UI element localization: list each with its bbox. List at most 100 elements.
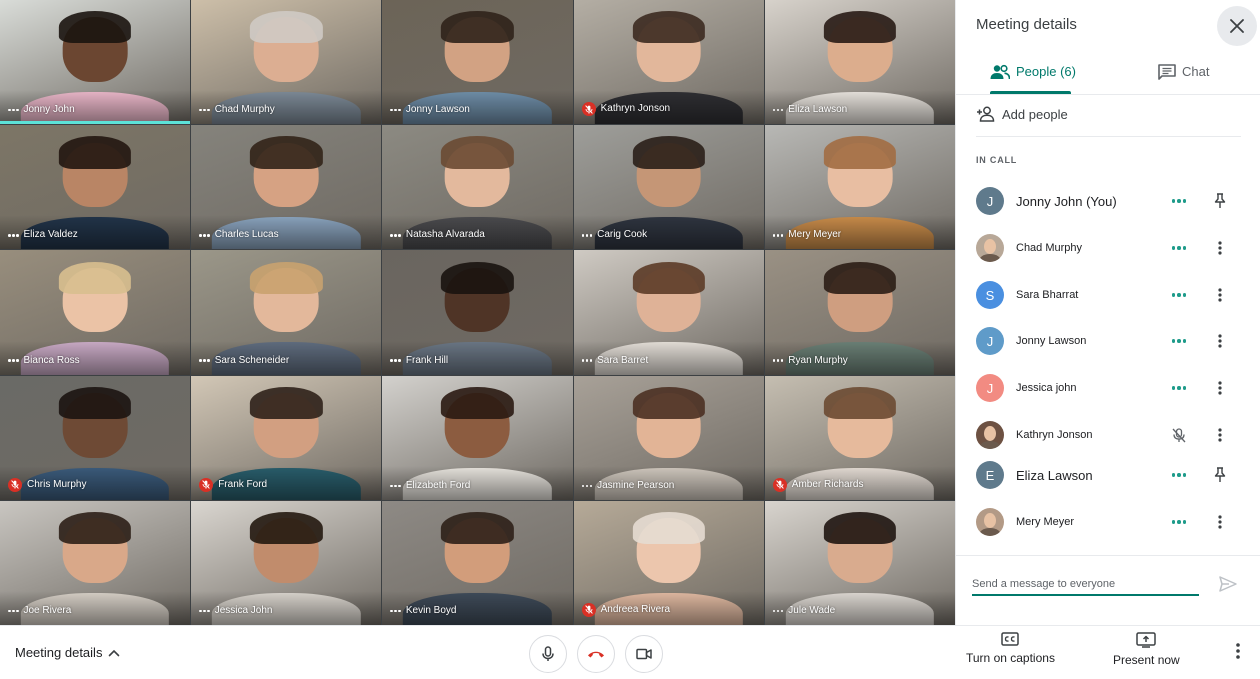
add-people-button[interactable]: Add people	[976, 106, 1068, 122]
participant-name: Joe Rivera	[23, 604, 72, 616]
participant-tile[interactable]: Charles Lucas	[191, 125, 382, 250]
tab-people[interactable]: People (6)	[990, 58, 1076, 94]
participant-hair	[632, 261, 705, 294]
avatar-initial: J	[986, 333, 994, 349]
muted-microphone-icon	[772, 477, 787, 492]
meeting-details-label: Meeting details	[15, 645, 103, 660]
participant-tile[interactable]: Eliza Lawson	[764, 0, 955, 125]
participant-name-tag: Joe Rivera	[8, 605, 71, 617]
participant-tile[interactable]: Sara Barret	[573, 250, 764, 375]
in-call-participant[interactable]: S Sara Bharrat	[976, 280, 1246, 310]
participant-options-button[interactable]	[1210, 238, 1230, 258]
participant-options-button[interactable]	[1210, 512, 1230, 532]
participant-tile[interactable]: Andreea Rivera	[573, 500, 764, 625]
participant-tile[interactable]: Sara Scheneider	[191, 250, 382, 375]
active-speaker-indicator	[0, 121, 191, 125]
tab-chat[interactable]: Chat	[1158, 58, 1209, 94]
participant-tile[interactable]: Ryan Murphy	[764, 250, 955, 375]
participant-tile[interactable]: Kevin Boyd	[382, 500, 573, 625]
participant-name: Chad Murphy	[214, 104, 275, 116]
present-now-button[interactable]: Present now	[1113, 632, 1180, 667]
more-vertical-icon	[1218, 241, 1222, 255]
avatar	[976, 421, 1004, 449]
participant-hair	[823, 511, 897, 545]
participant-name-tag: Charles Lucas	[199, 229, 279, 241]
participant-name-tag: Jonny Lawson	[390, 104, 470, 116]
in-call-participant[interactable]: Chad Murphy	[976, 233, 1246, 263]
meeting-details-toggle[interactable]: Meeting details	[15, 645, 120, 660]
participant-tile[interactable]: Kathryn Jonson	[573, 0, 764, 125]
avatar-face	[984, 513, 996, 528]
participant-tile[interactable]: Jule Wade	[764, 500, 955, 625]
participant-name: Kevin Boyd	[405, 604, 457, 616]
more-vertical-icon	[1218, 381, 1222, 395]
microphone-button[interactable]	[529, 635, 567, 673]
participant-options-button[interactable]	[1210, 378, 1230, 398]
participant-tile[interactable]: Natasha Alvarada	[382, 125, 573, 250]
muted-microphone-icon	[8, 477, 22, 492]
participant-hair	[441, 11, 514, 44]
in-call-participant[interactable]: E Eliza Lawson	[976, 460, 1246, 490]
participant-name-tag: Chris Murphy	[8, 477, 86, 492]
microphone-icon	[542, 646, 554, 661]
participant-options-button[interactable]	[1210, 285, 1230, 305]
more-vertical-icon	[1236, 643, 1240, 659]
more-options-button[interactable]	[1236, 643, 1240, 664]
participant-name: Jule Wade	[788, 604, 836, 616]
muted-microphone-icon	[199, 477, 214, 492]
participant-tile[interactable]: Chad Murphy	[191, 0, 382, 125]
participant-hair	[632, 511, 705, 545]
avatar-face	[984, 426, 996, 441]
participant-tile[interactable]: Chris Murphy	[0, 375, 191, 500]
in-call-participant[interactable]: Kathryn Jonson	[976, 420, 1246, 450]
participant-name-tag: Ryan Murphy	[772, 354, 848, 367]
participant-name-tag: Sara Scheneider	[199, 355, 289, 367]
present-now-label: Present now	[1113, 653, 1180, 667]
participant-tile[interactable]: Eliza Valdez	[0, 125, 191, 250]
participant-name-tag: Frank Ford	[199, 477, 267, 492]
participant-hair	[823, 386, 897, 420]
participant-tile[interactable]: Bianca Ross	[0, 250, 191, 375]
tab-people-label: People (6)	[1016, 64, 1076, 79]
tab-chat-label: Chat	[1182, 64, 1210, 79]
audio-level-icon	[1171, 287, 1187, 303]
participant-tile[interactable]: Jasmine Pearson	[573, 375, 764, 500]
in-call-participant[interactable]: J Jonny Lawson	[976, 326, 1246, 356]
muted-microphone-icon	[581, 602, 596, 617]
pin-button[interactable]	[1210, 465, 1230, 485]
in-call-participant[interactable]: J Jonny John (You)	[976, 186, 1246, 216]
avatar-initial: S	[985, 287, 995, 303]
close-icon	[1230, 19, 1244, 33]
avatar	[976, 508, 1004, 536]
participant-tile[interactable]: Jonny John	[0, 0, 191, 125]
participant-tile[interactable]: Jessica John	[191, 500, 382, 625]
close-panel-button[interactable]	[1217, 6, 1257, 46]
participant-hair	[441, 136, 514, 169]
participant-tile[interactable]: Mery Meyer	[764, 125, 955, 250]
audio-level-icon	[581, 484, 593, 488]
participant-hair	[58, 386, 132, 420]
captions-button[interactable]: Turn on captions	[966, 632, 1055, 665]
divider	[956, 555, 1260, 556]
in-call-participant[interactable]: J Jessica john	[976, 373, 1246, 403]
participant-tile[interactable]: Jonny Lawson	[382, 0, 573, 125]
captions-label: Turn on captions	[966, 651, 1055, 665]
participant-tile[interactable]: Frank Hill	[382, 250, 573, 375]
in-call-participant[interactable]: Mery Meyer	[976, 507, 1246, 537]
send-message-button[interactable]	[1219, 576, 1237, 597]
participant-options-button[interactable]	[1210, 331, 1230, 351]
participant-tile[interactable]: Amber Richards	[764, 375, 955, 500]
participant-name-tag: Natasha Alvarada	[390, 229, 485, 241]
participant-tile[interactable]: Carig Cook	[573, 125, 764, 250]
end-call-button[interactable]	[577, 635, 615, 673]
camera-button[interactable]	[625, 635, 663, 673]
chat-message-input[interactable]	[972, 576, 1199, 596]
participant-options-button[interactable]	[1210, 425, 1230, 445]
participant-tile[interactable]: Joe Rivera	[0, 500, 191, 625]
participant-tile[interactable]: Elizabeth Ford	[382, 375, 573, 500]
participant-tile[interactable]: Frank Ford	[191, 375, 382, 500]
participant-name: Ryan Murphy	[788, 354, 848, 366]
hang-up-icon	[588, 651, 604, 658]
pin-button[interactable]	[1210, 191, 1230, 211]
chat-icon	[1158, 64, 1176, 80]
